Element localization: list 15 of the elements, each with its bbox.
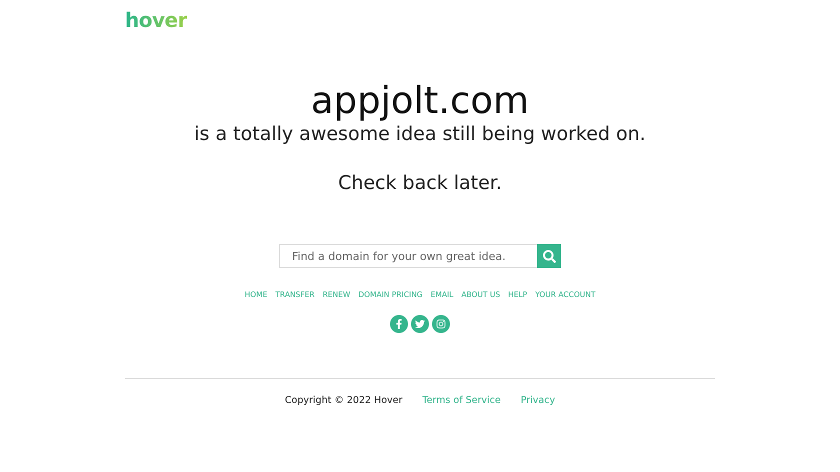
social-button[interactable]	[411, 315, 429, 333]
tagline: is a totally awesome idea still being worked on.	[194, 123, 646, 145]
search-icon	[542, 250, 556, 262]
social-button[interactable]	[390, 315, 408, 333]
search-field[interactable]: Find a domain for your own great idea.	[279, 244, 537, 268]
note: Check back later.	[338, 171, 502, 195]
social-button[interactable]	[432, 315, 450, 333]
facebook-icon	[394, 319, 404, 329]
copyright: Copyright © 2022 Hover	[284, 395, 402, 406]
footer-link[interactable]: Privacy	[520, 395, 556, 406]
domain-title: appjolt.com	[310, 79, 530, 123]
bird-icon	[415, 319, 425, 329]
camera-icon	[436, 319, 446, 329]
footer-link[interactable]: Terms of Service	[422, 395, 501, 406]
search-button[interactable]	[537, 244, 561, 268]
